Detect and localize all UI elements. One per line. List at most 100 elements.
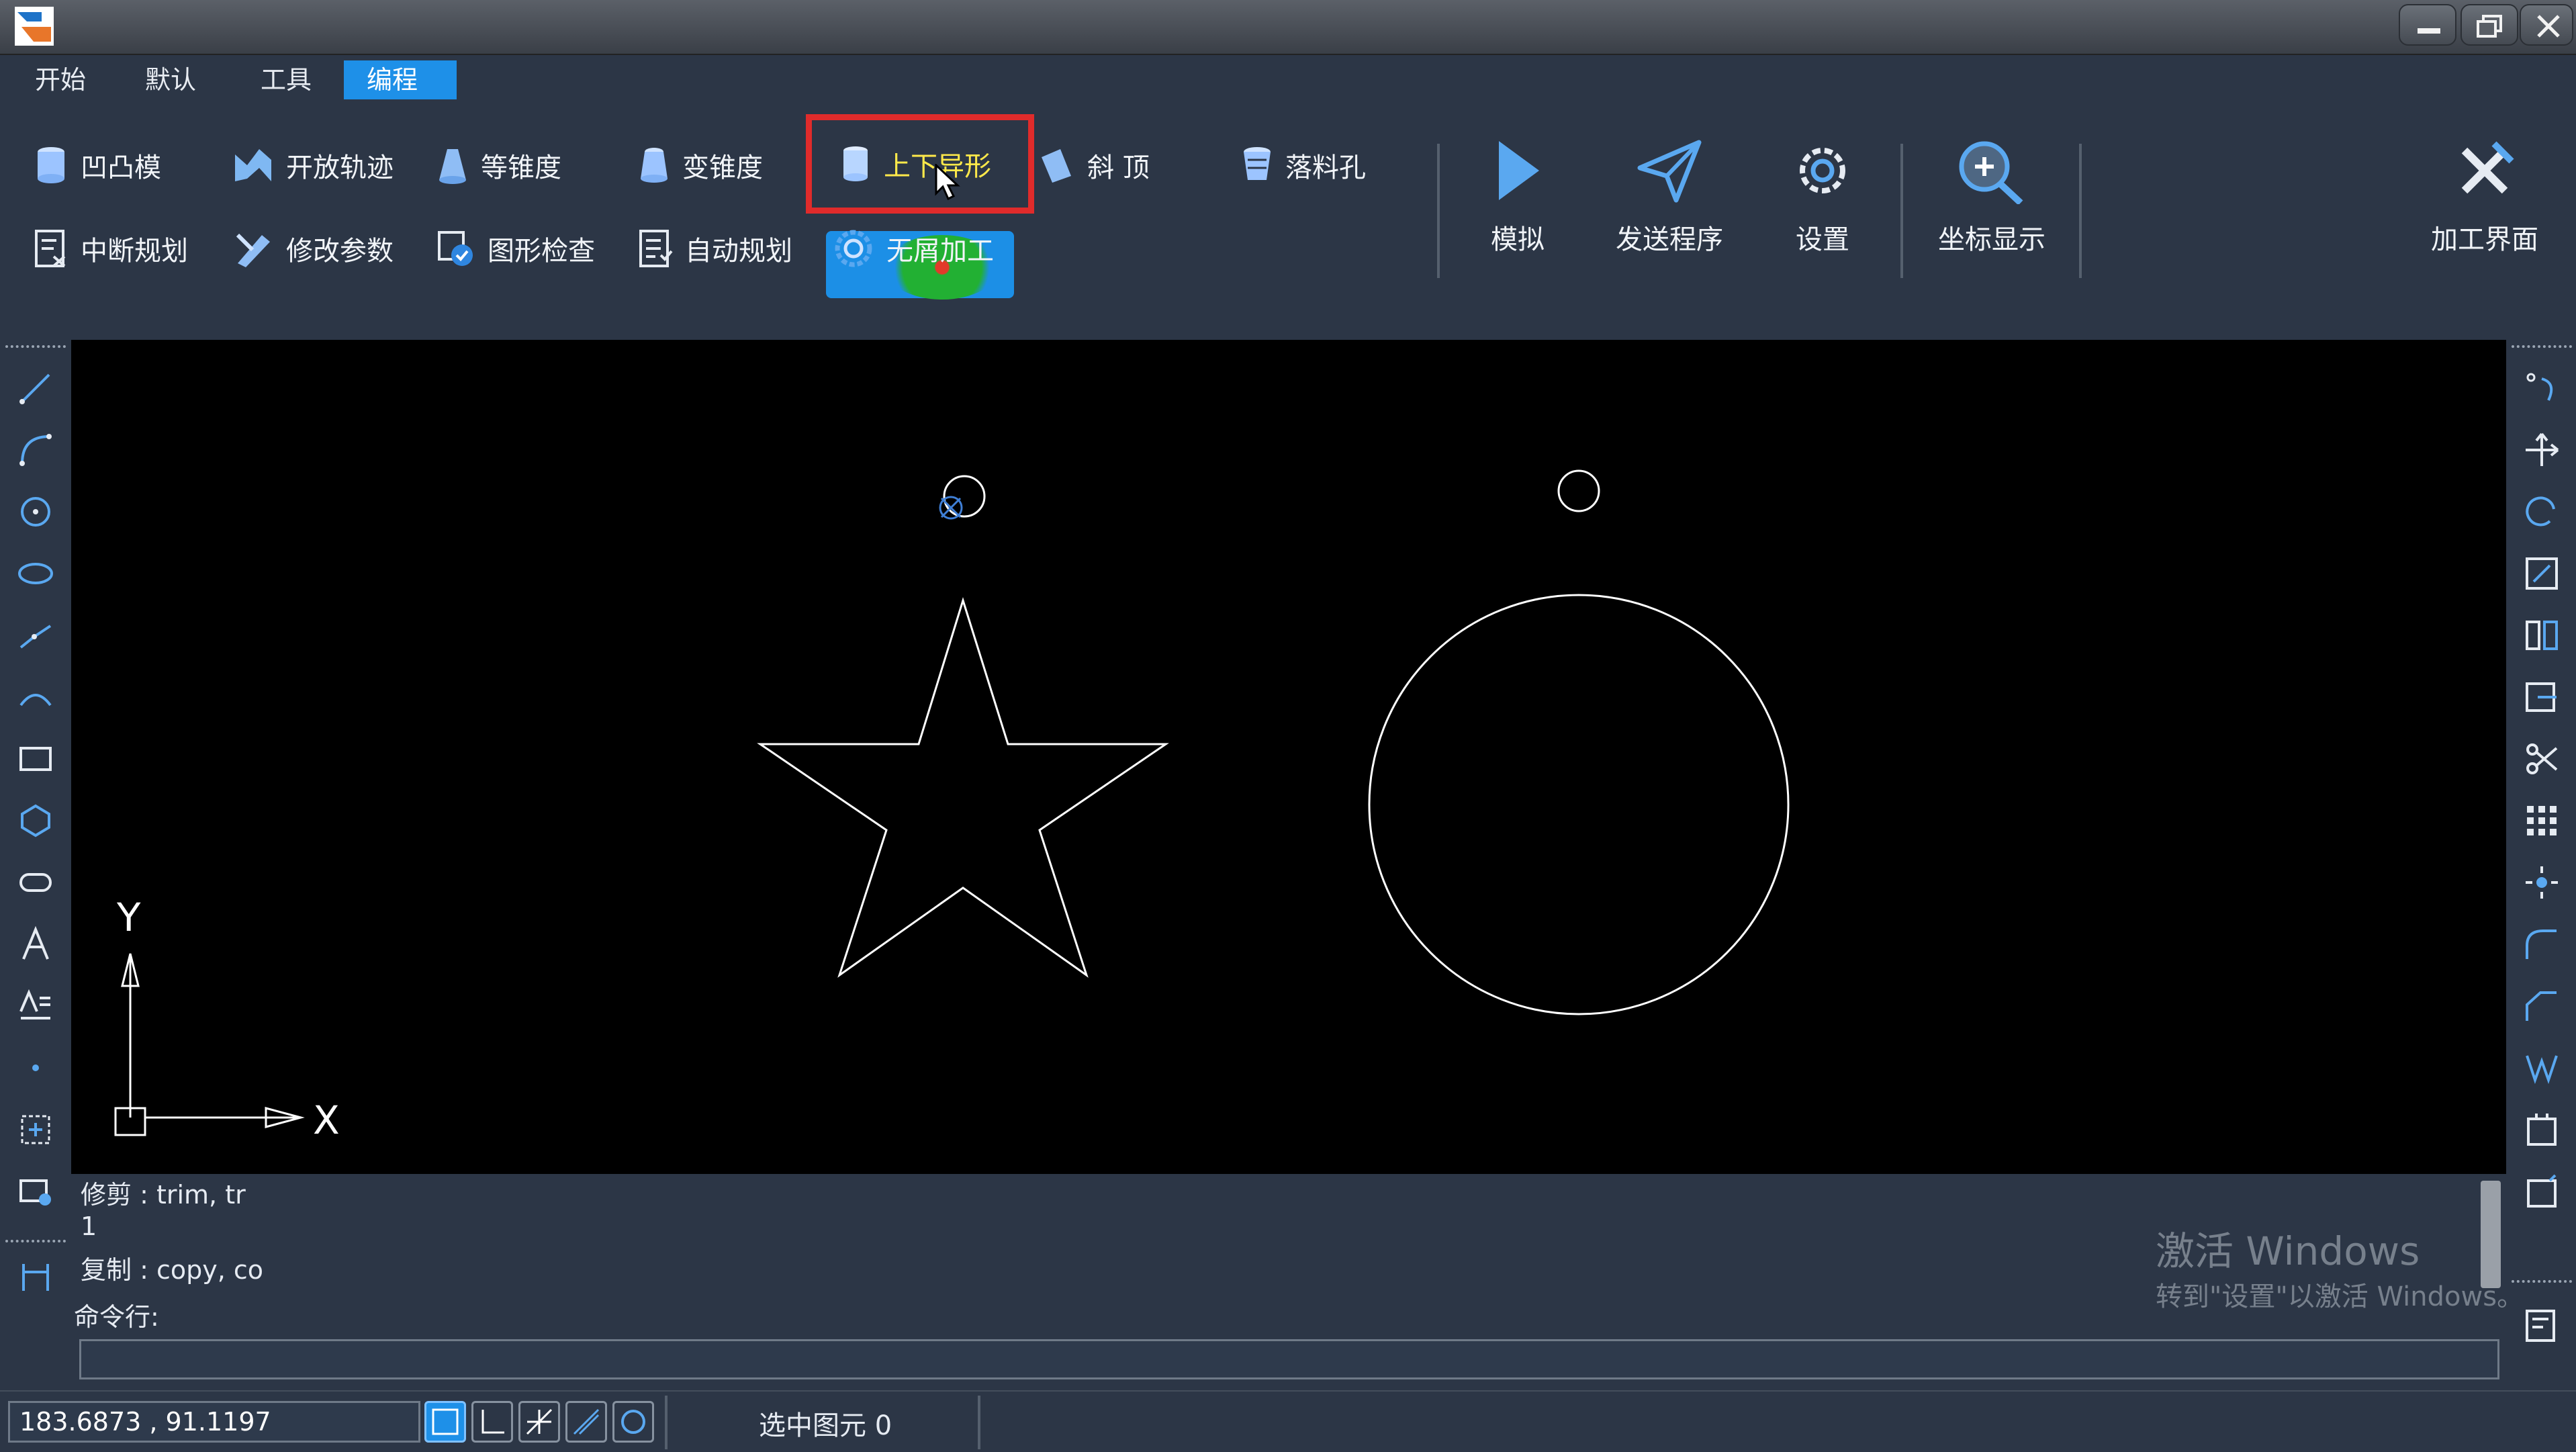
ribbon-toolbar: 凹凸模 开放轨迹 等锥度 变锥度 上下异形 斜 顶 落料孔 中断规划 修改参数 … — [0, 103, 2576, 338]
polyline-tool-icon[interactable] — [17, 617, 54, 654]
open-path-label: 开放轨迹 — [286, 152, 394, 183]
polar-icon — [573, 1408, 600, 1435]
insert-point-icon[interactable] — [17, 1111, 54, 1148]
join-tool-icon[interactable] — [2523, 1111, 2561, 1148]
image-tool-icon[interactable] — [17, 1173, 54, 1210]
grid-icon — [526, 1408, 553, 1435]
explode-tool-icon[interactable] — [2523, 864, 2561, 901]
polygon-tool-icon[interactable] — [17, 802, 54, 840]
equal-taper-label: 等锥度 — [481, 152, 561, 183]
right-edit-toolbar — [2506, 340, 2576, 1388]
mirror-tool-icon[interactable] — [2523, 617, 2561, 654]
command-scrollbar[interactable] — [2481, 1181, 2501, 1288]
large-circle[interactable] — [1368, 594, 1790, 1015]
menu-start[interactable]: 开始 — [12, 60, 109, 99]
command-history-line: 复制 : copy, co — [81, 1255, 264, 1285]
chipless-machining-icon — [835, 230, 872, 267]
restore-button[interactable] — [2460, 4, 2518, 46]
menu-default[interactable]: 默认 — [122, 60, 219, 99]
ribbon-separator — [1900, 144, 1903, 278]
start-point-marker-icon — [939, 496, 963, 520]
offset-tool-icon[interactable] — [2523, 678, 2561, 716]
open-path-button[interactable]: 开放轨迹 — [232, 138, 394, 192]
ellipse-tool-icon[interactable] — [17, 555, 54, 592]
menu-programming[interactable]: 编程 — [344, 60, 457, 99]
spline-tool-icon[interactable] — [17, 678, 54, 716]
interrupt-plan-icon — [35, 230, 66, 267]
auto-plan-icon — [639, 230, 673, 267]
equal-taper-button[interactable]: 等锥度 — [436, 138, 561, 192]
auto-plan-button[interactable]: 自动规划 — [638, 222, 792, 275]
variable-taper-button[interactable]: 变锥度 — [638, 138, 763, 192]
text-style-icon[interactable] — [17, 987, 54, 1025]
send-program-label: 发送程序 — [1616, 224, 1723, 255]
interrupt-plan-button[interactable]: 中断规划 — [34, 222, 188, 275]
object-snap-toggle-button[interactable] — [612, 1401, 654, 1443]
machining-interface-button[interactable]: 加工界面 — [2411, 137, 2559, 257]
machining-interface-label: 加工界面 — [2431, 224, 2538, 255]
dimension-tool-icon[interactable] — [17, 1259, 54, 1296]
activation-watermark-subtitle: 转到"设置"以激活 Windows。 — [2156, 1281, 2524, 1312]
shape-check-button[interactable]: 图形检查 — [436, 222, 595, 275]
coordinate-display-button[interactable]: 坐标显示 — [1918, 137, 2066, 257]
cone-icon — [439, 149, 466, 184]
status-separator — [665, 1396, 668, 1449]
line-tool-icon[interactable] — [17, 369, 54, 407]
scissors-icon[interactable] — [2523, 740, 2561, 778]
toolbar-grip — [2512, 345, 2572, 348]
rectangle-tool-icon[interactable] — [17, 740, 54, 778]
star-shape[interactable] — [757, 596, 1169, 978]
circle-tool-icon[interactable] — [17, 493, 54, 531]
ribbon-separator — [1437, 144, 1440, 278]
break-tool-icon[interactable] — [2523, 1049, 2561, 1087]
command-panel: 修剪 : trim, tr 1 复制 : copy, co 命令行: 激活 Wi… — [71, 1174, 2524, 1382]
settings-label: 设置 — [1796, 224, 1849, 255]
simulate-button[interactable]: 模拟 — [1444, 137, 1592, 257]
close-icon — [2537, 15, 2560, 38]
small-circle-right[interactable] — [1557, 469, 1600, 512]
blanking-hole-button[interactable]: 落料孔 — [1241, 138, 1366, 192]
rotate-tool-icon[interactable] — [2523, 493, 2561, 531]
move-tool-icon[interactable] — [2523, 431, 2561, 469]
fillet-tool-icon[interactable] — [2523, 925, 2561, 963]
scale-tool-icon[interactable] — [2523, 555, 2561, 592]
minimize-icon — [2418, 28, 2440, 34]
command-input[interactable] — [79, 1339, 2499, 1379]
drawing-canvas[interactable]: Y X — [71, 340, 2506, 1174]
properties-icon[interactable] — [2523, 1307, 2561, 1345]
ortho-toggle-button[interactable] — [471, 1401, 513, 1443]
chamfer-tool-icon[interactable] — [2523, 987, 2561, 1025]
arc-tool-icon[interactable] — [17, 431, 54, 469]
close-button[interactable] — [2520, 4, 2573, 46]
point-tool-icon[interactable] — [17, 1049, 54, 1087]
zoom-in-icon — [1959, 141, 2023, 204]
left-draw-toolbar — [0, 340, 71, 1388]
extend-tool-icon[interactable] — [2523, 1173, 2561, 1210]
polar-toggle-button[interactable] — [565, 1401, 607, 1443]
select-tool-icon[interactable] — [2523, 369, 2561, 407]
punch-die-button[interactable]: 凹凸模 — [34, 138, 161, 192]
tools-icon — [2461, 141, 2514, 194]
command-prompt: 命令行: — [74, 1302, 159, 1332]
menu-tools[interactable]: 工具 — [238, 60, 334, 99]
grid-toggle-button[interactable] — [518, 1401, 560, 1443]
array-tool-icon[interactable] — [2523, 802, 2561, 840]
minimize-button[interactable] — [2399, 4, 2456, 46]
blanking-hole-label: 落料孔 — [1285, 152, 1366, 183]
chipless-machining-button[interactable]: 无屑加工 — [833, 222, 994, 275]
variable-taper-icon — [641, 148, 668, 183]
snap-toggle-button[interactable] — [424, 1401, 466, 1443]
text-tool-icon[interactable] — [17, 925, 54, 963]
modify-params-button[interactable]: 修改参数 — [232, 222, 394, 275]
command-history-line: 1 — [81, 1212, 97, 1241]
title-bar — [0, 0, 2576, 55]
slot-tool-icon[interactable] — [17, 864, 54, 901]
oblique-top-label: 斜 顶 — [1087, 152, 1150, 183]
x-axis-label: X — [313, 1097, 340, 1143]
oblique-top-button[interactable]: 斜 顶 — [1038, 138, 1150, 192]
send-program-button[interactable]: 发送程序 — [1596, 137, 1743, 257]
open-path-icon — [235, 149, 271, 181]
selected-entities-count: 选中图元 0 — [759, 1410, 892, 1441]
settings-button[interactable]: 设置 — [1749, 137, 1896, 257]
simulate-label: 模拟 — [1491, 224, 1545, 255]
